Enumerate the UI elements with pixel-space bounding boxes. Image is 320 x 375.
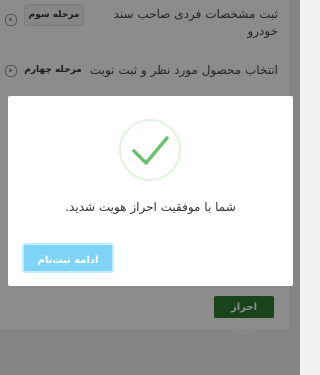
success-modal: شما با موفقیت احراز هویت شدید. ادامه ثبت… (8, 96, 293, 286)
success-message: شما با موفقیت احراز هویت شدید. (65, 200, 236, 214)
success-check-circle (119, 119, 181, 181)
continue-registration-button[interactable]: ادامه ثبت‌نام (22, 243, 114, 273)
check-icon (132, 136, 169, 165)
